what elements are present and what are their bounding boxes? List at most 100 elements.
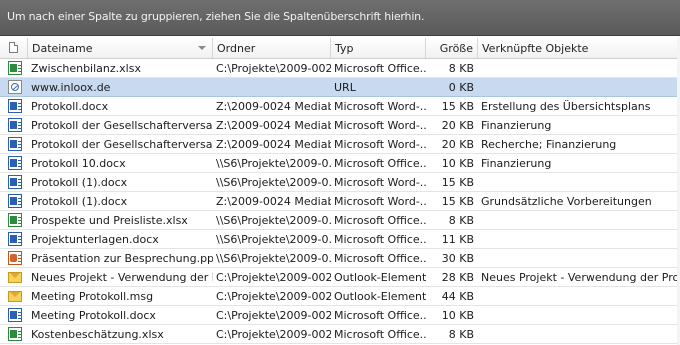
cell-typ: Microsoft Office... [334,309,426,322]
column-header-typ[interactable]: Typ [331,38,426,58]
mail-icon [8,291,22,302]
cell-groesse: 8 KB [448,214,474,227]
cell-verknuepfte-objekte: Neues Projekt - Verwendung der Projektm [481,271,677,284]
table-row[interactable]: Kostenbeschätzung.xlsx C:\Projekte\2009-0… [0,325,680,344]
word-icon [8,99,22,113]
cell-typ: Outlook-Element [334,290,426,303]
cell-verknuepfte-objekte [478,78,677,96]
cell-verknuepfte-objekte [478,325,677,343]
word-icon [8,156,22,170]
excel-icon [8,61,22,75]
cell-verknuepfte-objekte: Erstellung des Übersichtsplans [481,100,651,113]
cell-dateiname: Neues Projekt - Verwendung der Pr... [31,271,213,284]
table-row[interactable]: Protokoll 10.docx \\S6\Projekte\2009-0...… [0,154,680,173]
column-header-icon[interactable] [0,38,28,58]
cell-typ: Microsoft Word-... [334,195,426,208]
cell-typ: Microsoft Word-... [334,119,426,132]
cell-groesse: 15 KB [441,100,474,113]
cell-dateiname: Protokoll der Gesellschafterversam... [31,119,213,132]
cell-typ: URL [334,81,356,94]
url-icon [8,80,22,94]
table-row[interactable]: Meeting Protokoll.docx C:\Projekte\2009-0… [0,306,680,325]
cell-groesse: 15 KB [441,195,474,208]
cell-ordner: C:\Projekte\2009-002... [216,62,331,75]
cell-ordner: \\S6\Projekte\2009-0... [216,157,331,170]
cell-ordner: C:\Projekte\2009-002... [216,271,331,284]
table-row[interactable]: Zwischenbilanz.xlsx C:\Projekte\2009-002.… [0,59,680,78]
table-row[interactable]: Neues Projekt - Verwendung der Pr... C:\P… [0,268,680,287]
cell-groesse: 44 KB [441,290,474,303]
table-row[interactable]: Protokoll (1).docx Z:\2009-0024 Mediab...… [0,192,680,211]
column-header-label: Typ [335,42,354,55]
table-row[interactable]: Protokoll (1).docx \\S6\Projekte\2009-0..… [0,173,680,192]
cell-dateiname: Protokoll der Gesellschafterversam... [31,138,213,151]
cell-dateiname: Protokoll 10.docx [31,157,126,170]
table-row[interactable]: Prospekte und Preisliste.xlsx \\S6\Projek… [0,211,680,230]
ppt-icon [8,251,22,265]
cell-groesse: 10 KB [441,157,474,170]
table-row[interactable]: Protokoll.docx Z:\2009-0024 Mediab...Micr… [0,97,680,116]
word-icon [8,137,22,151]
table-row[interactable]: Meeting Protokoll.msg C:\Projekte\2009-00… [0,287,680,306]
table-row[interactable]: Protokoll der Gesellschafterversam...Z:\… [0,135,680,154]
cell-typ: Microsoft Office... [334,233,426,246]
cell-verknuepfte-objekte [478,230,677,248]
cell-dateiname: Präsentation zur Besprechung.pptx [31,252,213,265]
word-icon [8,232,22,246]
cell-verknuepfte-objekte [478,59,677,77]
table-row[interactable]: Projektunterlagen.docx \\S6\Projekte\2009… [0,230,680,249]
group-by-hint: Um nach einer Spalte zu gruppieren, zieh… [7,10,425,23]
cell-ordner: Z:\2009-0024 Mediab... [216,138,331,151]
cell-typ: Microsoft Office... [334,252,426,265]
document-icon [9,42,18,53]
cell-typ: Microsoft Office... [334,328,426,341]
group-by-drop-area[interactable]: Um nach einer Spalte zu gruppieren, zieh… [0,0,680,36]
cell-groesse: 28 KB [441,271,474,284]
cell-typ: Microsoft Office... [334,157,426,170]
cell-ordner: Z:\2009-0024 Mediab... [216,195,331,208]
cell-typ: Outlook-Element [334,271,426,284]
cell-dateiname: Protokoll.docx [31,100,109,113]
cell-typ: Microsoft Office... [334,214,426,227]
sort-descending-icon [198,46,206,50]
table-row[interactable]: Präsentation zur Besprechung.pptx \\S6\Pr… [0,249,680,268]
cell-ordner: C:\Projekte\2009-002... [216,290,331,303]
cell-ordner: \\S6\Projekte\2009-0... [216,252,331,265]
word-icon [8,118,22,132]
cell-ordner: C:\Projekte\2009-002... [216,328,331,341]
cell-ordner [213,78,331,96]
cell-dateiname: Protokoll (1).docx [31,195,128,208]
cell-groesse: 11 KB [441,233,474,246]
column-header-label: Dateiname [32,42,93,55]
column-header-groesse[interactable]: Größe [426,38,478,58]
cell-dateiname: Zwischenbilanz.xlsx [31,62,141,75]
column-header-ordner[interactable]: Ordner [213,38,331,58]
cell-verknuepfte-objekte: Grundsätzliche Vorbereitungen [481,195,652,208]
excel-icon [8,213,22,227]
cell-verknuepfte-objekte: Recherche; Finanzierung [481,138,617,151]
column-header-dateiname[interactable]: Dateiname [28,38,213,58]
column-header-label: Ordner [217,42,256,55]
cell-groesse: 0 KB [448,81,474,94]
cell-dateiname: Projektunterlagen.docx [31,233,159,246]
cell-groesse: 15 KB [441,176,474,189]
word-icon [8,308,22,322]
cell-typ: Microsoft Word-... [334,176,426,189]
cell-verknuepfte-objekte [478,306,677,324]
cell-dateiname: www.inloox.de [31,81,111,94]
cell-ordner: \\S6\Projekte\2009-0... [216,214,331,227]
column-header-label: Größe [439,42,473,55]
cell-verknuepfte-objekte: Finanzierung [481,119,552,132]
column-header-verknuepfte-objekte[interactable]: Verknüpfte Objekte [478,38,677,58]
cell-ordner: \\S6\Projekte\2009-0... [216,176,331,189]
cell-groesse: 20 KB [441,119,474,132]
cell-dateiname: Kostenbeschätzung.xlsx [31,328,164,341]
cell-ordner: Z:\2009-0024 Mediab... [216,119,331,132]
cell-groesse: 10 KB [441,309,474,322]
cell-groesse: 20 KB [441,138,474,151]
mail-icon [8,272,22,283]
cell-dateiname: Meeting Protokoll.msg [31,290,154,303]
table-row[interactable]: www.inloox.de URL 0 KB [0,78,680,97]
column-header-label: Verknüpfte Objekte [482,42,589,55]
table-row[interactable]: Protokoll der Gesellschafterversam...Z:\… [0,116,680,135]
